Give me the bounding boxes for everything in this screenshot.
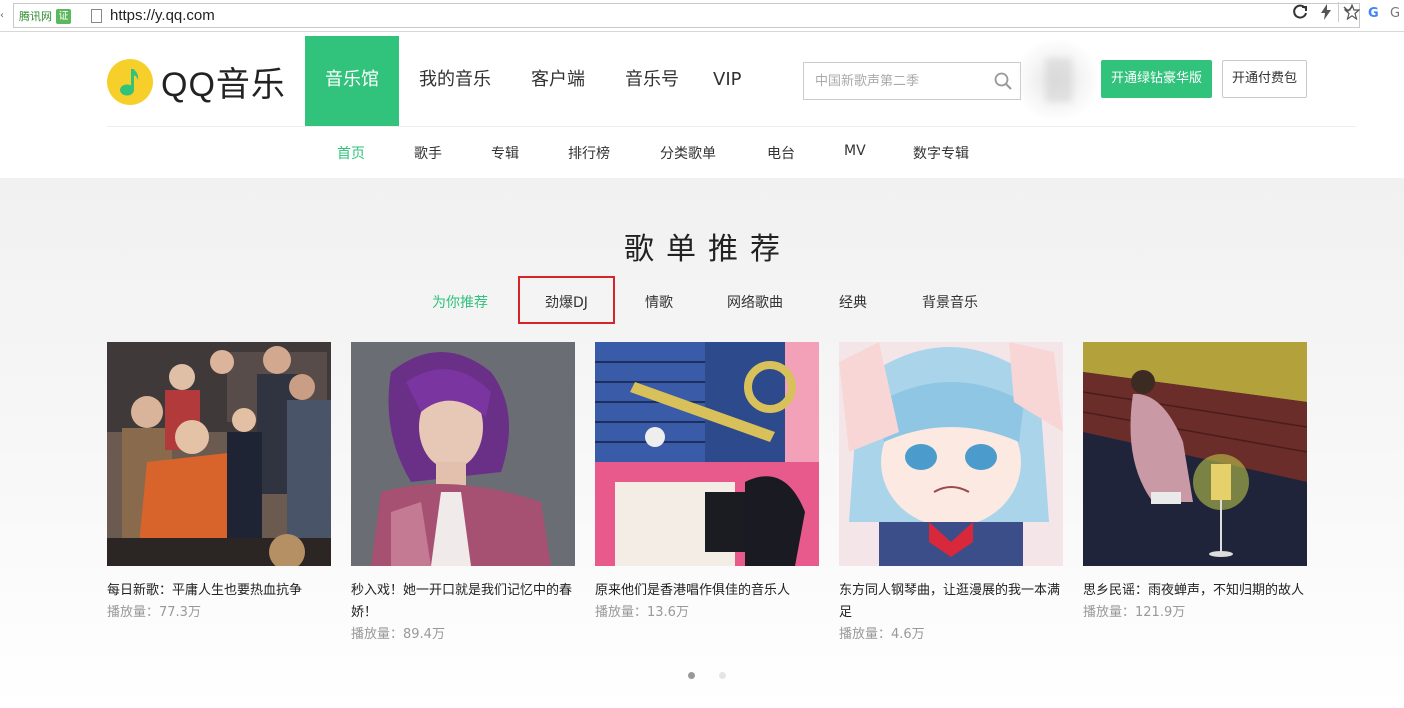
nav-my-music[interactable]: 我的音乐 xyxy=(399,36,511,126)
search-box xyxy=(803,62,1021,100)
playlist-cover[interactable] xyxy=(107,342,331,566)
playlist-card[interactable]: 每日新歌：平庸人生也要热血抗争 播放量：77.3万 xyxy=(107,342,331,624)
pagination-dots xyxy=(688,672,726,679)
search-input[interactable] xyxy=(804,63,984,99)
playlist-title[interactable]: 每日新歌：平庸人生也要热血抗争 xyxy=(107,580,331,602)
certificate-indicator[interactable]: 腾讯网 证 xyxy=(19,8,71,24)
play-count: 播放量：121.9万 xyxy=(1083,605,1186,620)
url-text[interactable]: https://y.qq.com xyxy=(110,7,215,24)
toolbar-divider xyxy=(1338,2,1339,22)
open-green-diamond-button[interactable]: 开通绿钻豪华版 xyxy=(1101,60,1212,98)
nav-client[interactable]: 客户端 xyxy=(511,36,605,126)
subnav-charts[interactable]: 排行榜 xyxy=(568,143,610,163)
tab-for-you[interactable]: 为你推荐 xyxy=(432,292,488,312)
search-engine-text[interactable]: G xyxy=(1390,6,1400,21)
playlist-title[interactable]: 秒入戏！她一开口就是我们记忆中的春娇！ xyxy=(351,580,575,624)
playlist-title[interactable]: 思乡民谣：雨夜蝉声，不知归期的故人 xyxy=(1083,580,1307,602)
lightning-icon[interactable] xyxy=(1318,4,1334,24)
tab-classics[interactable]: 经典 xyxy=(839,292,867,312)
chevron-down-icon[interactable] xyxy=(1342,3,1354,18)
logo-text: QQ音乐 xyxy=(161,66,286,104)
open-paid-package-button[interactable]: 开通付费包 xyxy=(1222,60,1307,98)
avatar[interactable] xyxy=(1016,40,1098,120)
play-count: 播放量：13.6万 xyxy=(595,605,689,620)
playlist-cover[interactable] xyxy=(1083,342,1307,566)
pagination-dot-2[interactable] xyxy=(719,672,726,679)
playlist-title[interactable]: 东方同人钢琴曲，让逛漫展的我一本满足 xyxy=(839,580,1063,624)
subnav-radio[interactable]: 电台 xyxy=(767,143,795,163)
play-count: 播放量：77.3万 xyxy=(107,605,201,620)
cert-badge: 证 xyxy=(56,8,71,24)
address-bar[interactable]: 腾讯网 证 https://y.qq.com xyxy=(13,3,1360,28)
playlist-cover[interactable] xyxy=(839,342,1063,566)
playlist-cover[interactable] xyxy=(351,342,575,566)
subnav-digital-albums[interactable]: 数字专辑 xyxy=(913,143,969,163)
google-icon[interactable]: G xyxy=(1368,6,1379,21)
cert-label: 腾讯网 xyxy=(19,10,52,23)
playlist-card[interactable]: 原来他们是香港唱作俱佳的音乐人 播放量：13.6万 xyxy=(595,342,819,624)
tab-love-songs[interactable]: 情歌 xyxy=(645,292,673,312)
pagination-dot-1[interactable] xyxy=(688,672,695,679)
playlist-card[interactable]: 秒入戏！她一开口就是我们记忆中的春娇！ 播放量：89.4万 xyxy=(351,342,575,646)
main-nav: 音乐馆 我的音乐 客户端 音乐号 VIP xyxy=(305,36,761,126)
sub-nav: 首页 歌手 专辑 排行榜 分类歌单 电台 MV 数字专辑 xyxy=(0,127,1404,178)
playlist-card[interactable]: 东方同人钢琴曲，让逛漫展的我一本满足 播放量：4.6万 xyxy=(839,342,1063,646)
tab-dj[interactable]: 劲爆DJ xyxy=(545,292,588,312)
tab-internet-songs[interactable]: 网络歌曲 xyxy=(727,292,783,312)
play-count: 播放量：4.6万 xyxy=(839,627,925,642)
back-edge-icon[interactable]: ‹ xyxy=(0,10,4,21)
nav-music-account[interactable]: 音乐号 xyxy=(605,36,699,126)
page-icon xyxy=(91,9,102,23)
play-count: 播放量：89.4万 xyxy=(351,627,445,642)
subnav-home[interactable]: 首页 xyxy=(337,143,365,163)
playlist-card[interactable]: 思乡民谣：雨夜蝉声，不知归期的故人 播放量：121.9万 xyxy=(1083,342,1307,624)
playlist-recommend-section: 歌单推荐 为你推荐 劲爆DJ 情歌 网络歌曲 经典 背景音乐 每日新歌：平庸人生… xyxy=(0,178,1404,708)
subnav-mv[interactable]: MV xyxy=(844,143,866,159)
playlist-title[interactable]: 原来他们是香港唱作俱佳的音乐人 xyxy=(595,580,819,602)
logo-icon xyxy=(107,58,153,105)
playlist-cover[interactable] xyxy=(595,342,819,566)
subnav-categories[interactable]: 分类歌单 xyxy=(660,143,716,163)
search-icon[interactable] xyxy=(994,72,1012,90)
nav-vip[interactable]: VIP xyxy=(699,36,761,126)
refresh-icon[interactable] xyxy=(1292,4,1308,24)
tab-background-music[interactable]: 背景音乐 xyxy=(922,292,978,312)
subnav-albums[interactable]: 专辑 xyxy=(491,143,519,163)
subnav-singers[interactable]: 歌手 xyxy=(414,143,442,163)
section-title: 歌单推荐 xyxy=(624,232,792,267)
nav-music-hall[interactable]: 音乐馆 xyxy=(305,36,399,126)
qq-music-logo[interactable]: QQ音乐 xyxy=(107,57,286,106)
browser-toolbar: ‹ 腾讯网 证 https://y.qq.com G G xyxy=(0,0,1404,32)
